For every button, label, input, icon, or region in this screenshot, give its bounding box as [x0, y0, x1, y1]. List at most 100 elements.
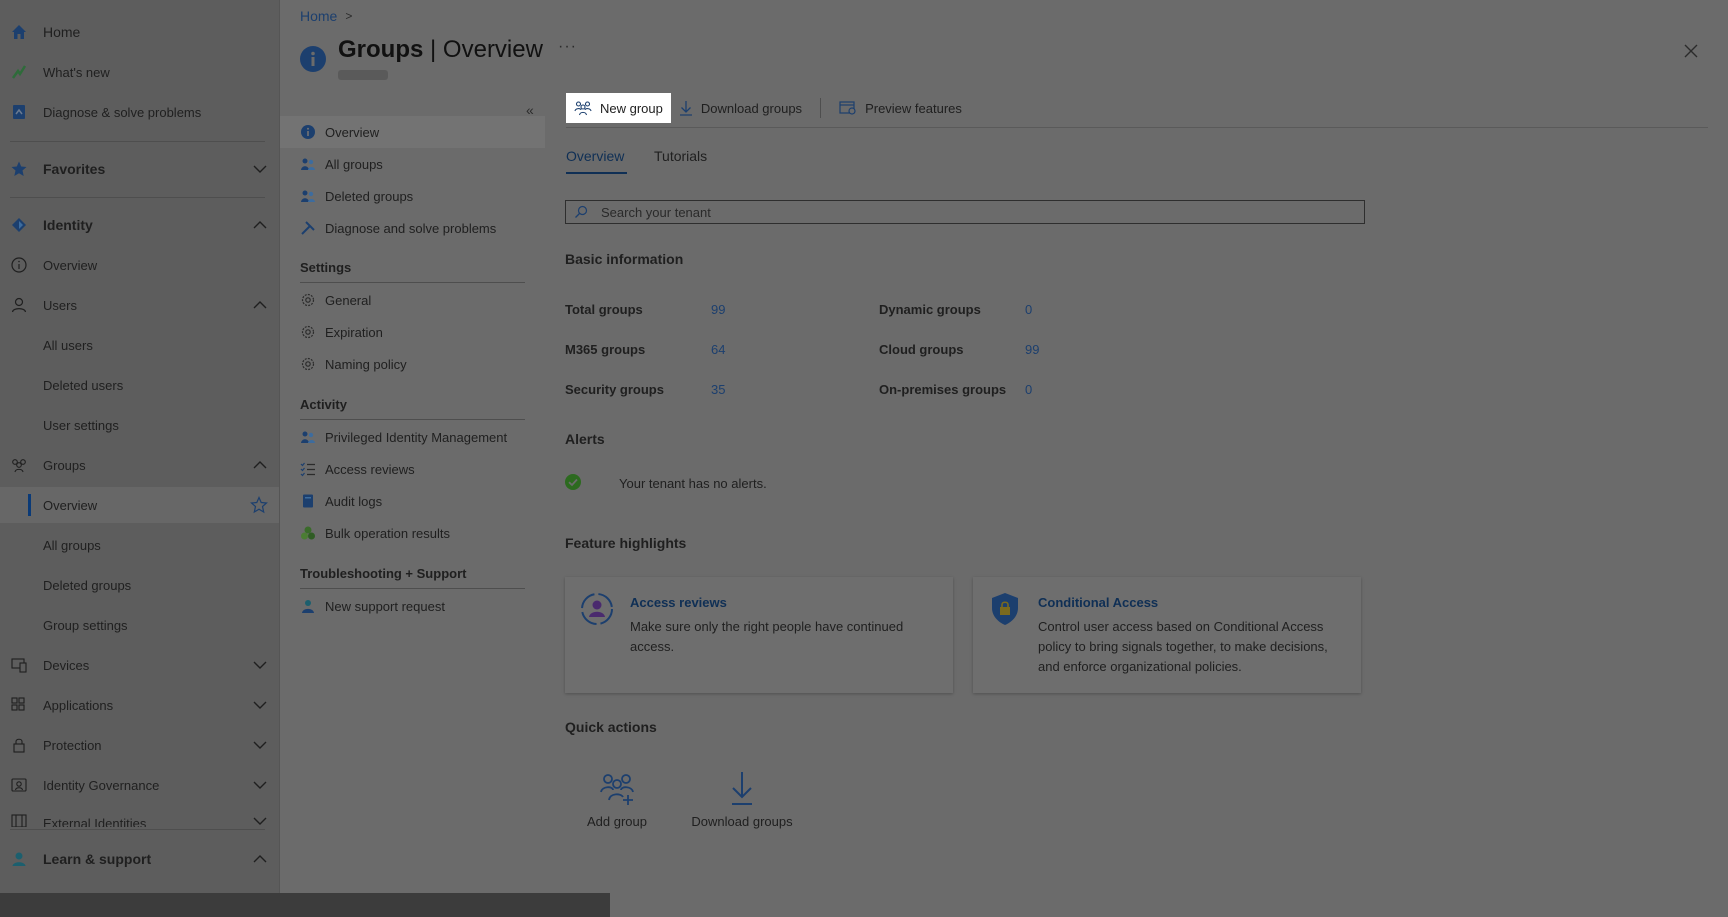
- nav-devices[interactable]: Devices: [0, 647, 279, 683]
- menu-bulk-results[interactable]: Bulk operation results: [280, 517, 545, 549]
- security-groups-label: Security groups: [565, 382, 664, 397]
- menu-divider: [300, 419, 525, 420]
- tab-overview[interactable]: Overview: [566, 148, 624, 164]
- groups-icon: [300, 156, 316, 172]
- search-input[interactable]: [601, 203, 1351, 221]
- menu-diagnose[interactable]: Diagnose and solve problems: [280, 212, 545, 244]
- chevron-up-icon: [253, 855, 267, 863]
- nav-favorites[interactable]: Favorites: [0, 151, 279, 187]
- nav-user-settings[interactable]: User settings: [0, 407, 279, 443]
- menu-activity-heading: Activity: [300, 397, 347, 412]
- home-icon: [10, 23, 28, 41]
- breadcrumb-home[interactable]: Home: [300, 8, 337, 24]
- menu-support-heading: Troubleshooting + Support: [300, 566, 467, 581]
- nav-users[interactable]: Users: [0, 287, 279, 323]
- menu-new-support-label: New support request: [325, 598, 445, 614]
- tab-tutorials[interactable]: Tutorials: [654, 148, 707, 164]
- menu-pim[interactable]: Privileged Identity Management: [280, 421, 545, 453]
- menu-expiration[interactable]: Expiration: [280, 316, 545, 348]
- nav-applications[interactable]: Applications: [0, 687, 279, 723]
- nav-diagnose-label: Diagnose & solve problems: [43, 104, 202, 120]
- nav-devices-label: Devices: [43, 657, 90, 673]
- conditional-access-card-title[interactable]: Conditional Access: [1038, 595, 1158, 610]
- menu-overview-label: Overview: [325, 124, 380, 140]
- add-group-action[interactable]: Add group: [557, 770, 677, 830]
- lock-icon: [10, 736, 28, 754]
- nav-all-groups-label: All groups: [43, 537, 101, 553]
- dynamic-groups-label: Dynamic groups: [879, 302, 981, 317]
- nav-divider: [10, 141, 265, 142]
- nav-all-users[interactable]: All users: [0, 327, 279, 363]
- download-groups-button[interactable]: Download groups: [671, 93, 810, 123]
- more-options-button[interactable]: ···: [558, 38, 577, 56]
- menu-overview[interactable]: Overview: [280, 116, 545, 148]
- conditional-access-card[interactable]: Conditional Access Control user access b…: [973, 577, 1361, 693]
- m365-groups-value[interactable]: 64: [711, 342, 725, 357]
- dynamic-groups-value[interactable]: 0: [1025, 302, 1032, 317]
- chevron-up-icon: [253, 301, 267, 309]
- nav-home-label: Home: [43, 24, 81, 40]
- menu-audit-logs[interactable]: Audit logs: [280, 485, 545, 517]
- menu-new-support[interactable]: New support request: [280, 590, 545, 622]
- add-group-icon: [600, 774, 634, 805]
- nav-identity-label: Identity: [43, 217, 93, 233]
- nav-diagnose[interactable]: Diagnose & solve problems: [0, 94, 279, 130]
- nav-protection-label: Protection: [43, 737, 102, 753]
- close-icon[interactable]: [1682, 42, 1700, 60]
- total-groups-value[interactable]: 99: [711, 302, 725, 317]
- menu-all-groups-label: All groups: [325, 156, 383, 172]
- nav-divider: [10, 829, 265, 830]
- menu-naming-policy[interactable]: Naming policy: [280, 348, 545, 380]
- nav-deleted-groups-label: Deleted groups: [43, 577, 132, 593]
- download-groups-action[interactable]: Download groups: [682, 770, 802, 830]
- menu-diagnose-label: Diagnose and solve problems: [325, 220, 497, 236]
- nav-whats-new[interactable]: What's new: [0, 54, 279, 90]
- nav-groups-overview[interactable]: Overview: [0, 487, 279, 523]
- nav-external-identities[interactable]: External Identities: [0, 807, 279, 827]
- toolbar-separator: [820, 98, 822, 118]
- access-reviews-card[interactable]: Access reviews Make sure only the right …: [565, 577, 953, 693]
- alerts-heading: Alerts: [565, 431, 605, 447]
- info-icon: [10, 256, 28, 274]
- nav-protection[interactable]: Protection: [0, 727, 279, 763]
- access-reviews-card-title[interactable]: Access reviews: [630, 595, 727, 610]
- devices-icon: [10, 656, 28, 674]
- bulk-icon: [300, 525, 316, 541]
- menu-all-groups[interactable]: All groups: [280, 148, 545, 180]
- new-group-button[interactable]: New group: [566, 93, 671, 123]
- nav-external-identities-label: External Identities: [43, 816, 147, 827]
- star-icon: [10, 160, 28, 178]
- nav-identity-governance[interactable]: Identity Governance: [0, 767, 279, 803]
- menu-pim-label: Privileged Identity Management: [325, 429, 508, 445]
- security-groups-value[interactable]: 35: [711, 382, 725, 397]
- nav-group-settings[interactable]: Group settings: [0, 607, 279, 643]
- add-group-label: Add group: [587, 814, 647, 829]
- menu-deleted-groups[interactable]: Deleted groups: [280, 180, 545, 212]
- checklist-icon: [300, 461, 316, 477]
- nav-all-groups[interactable]: All groups: [0, 527, 279, 563]
- menu-access-reviews[interactable]: Access reviews: [280, 453, 545, 485]
- favorite-star-icon[interactable]: [250, 496, 268, 514]
- onprem-groups-value[interactable]: 0: [1025, 382, 1032, 397]
- menu-divider: [300, 282, 525, 283]
- conditional-access-card-desc: Control user access based on Conditional…: [1038, 619, 1328, 674]
- nav-identity[interactable]: Identity: [0, 207, 279, 243]
- nav-deleted-groups[interactable]: Deleted groups: [0, 567, 279, 603]
- nav-groups[interactable]: Groups: [0, 447, 279, 483]
- nav-deleted-users[interactable]: Deleted users: [0, 367, 279, 403]
- cloud-groups-value[interactable]: 99: [1025, 342, 1039, 357]
- menu-general-label: General: [325, 292, 372, 308]
- access-reviews-card-desc: Make sure only the right people have con…: [630, 619, 904, 654]
- menu-access-reviews-label: Access reviews: [325, 461, 415, 477]
- nav-overview[interactable]: Overview: [0, 247, 279, 283]
- download-icon: [679, 101, 692, 116]
- left-navigation: Home What's new Diagnose & solve problem…: [0, 0, 280, 917]
- menu-expiration-label: Expiration: [325, 324, 383, 340]
- nav-home[interactable]: Home: [0, 14, 279, 50]
- search-icon: [575, 205, 588, 218]
- menu-deleted-groups-label: Deleted groups: [325, 188, 414, 204]
- download-groups-action-label: Download groups: [691, 814, 793, 829]
- menu-general[interactable]: General: [280, 284, 545, 316]
- nav-learn-support[interactable]: Learn & support: [0, 841, 279, 877]
- preview-features-button[interactable]: Preview features: [831, 93, 970, 123]
